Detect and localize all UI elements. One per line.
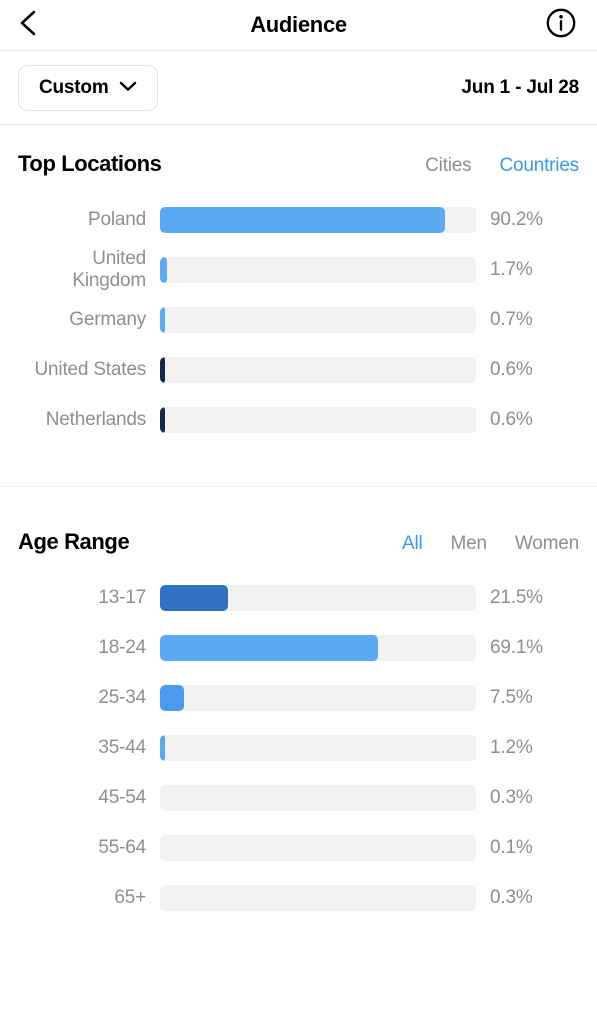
bar-row: 55-64 0.1% bbox=[18, 823, 579, 873]
bar-fill bbox=[160, 307, 166, 333]
bar-value: 0.6% bbox=[490, 359, 533, 380]
bar-row: 65+ 0.3% bbox=[18, 873, 579, 923]
bar-label: 13-17 bbox=[98, 587, 146, 609]
bar-label: 65+ bbox=[114, 887, 146, 909]
section-spacer bbox=[0, 487, 597, 503]
bar-label: United States bbox=[34, 359, 147, 381]
bar-track bbox=[160, 685, 476, 711]
age-range-bar-list: 13-17 21.5% 18-24 69.1% 25-34 7.5% 35-44 1.2% 45… bbox=[18, 561, 579, 923]
bar-row: 13-17 21.5% bbox=[18, 573, 579, 623]
bar-value: 0.7% bbox=[490, 309, 533, 330]
bar-value: 0.1% bbox=[490, 837, 533, 858]
bar-label: Netherlands bbox=[45, 409, 146, 431]
bar-track bbox=[160, 785, 476, 811]
bar-track bbox=[160, 257, 476, 283]
bar-label: United Kingdom bbox=[72, 248, 146, 291]
bar-value: 1.2% bbox=[490, 737, 533, 758]
bar-value: 1.7% bbox=[490, 259, 533, 280]
bar-track bbox=[160, 635, 476, 661]
tab-men[interactable]: Men bbox=[451, 533, 488, 555]
age-tab-group: All Men Women bbox=[402, 533, 579, 555]
bar-fill bbox=[160, 735, 166, 761]
bar-row: United Kingdom 1.7% bbox=[18, 245, 579, 295]
bar-track bbox=[160, 207, 476, 233]
bar-row: 18-24 69.1% bbox=[18, 623, 579, 673]
bar-value: 90.2% bbox=[490, 209, 543, 230]
audience-screen: Audience Custom Jun 1 - Jul 28 Top Locat… bbox=[0, 0, 597, 1024]
bar-value: 0.3% bbox=[490, 887, 533, 908]
section-divider bbox=[0, 445, 597, 487]
bar-track bbox=[160, 357, 476, 383]
date-preset-dropdown[interactable]: Custom bbox=[18, 64, 158, 111]
bar-label: 25-34 bbox=[98, 687, 146, 709]
bar-label: Germany bbox=[69, 309, 146, 331]
bar-row: Poland 90.2% bbox=[18, 195, 579, 245]
date-preset-label: Custom bbox=[39, 76, 109, 98]
age-range-title: Age Range bbox=[18, 529, 130, 554]
bar-value: 21.5% bbox=[490, 587, 543, 608]
top-locations-section: Top Locations Cities Countries Poland 90.… bbox=[0, 125, 597, 445]
date-range-label: Jun 1 - Jul 28 bbox=[461, 76, 579, 98]
age-range-header: Age Range All Men Women bbox=[18, 503, 579, 561]
bar-label: 18-24 bbox=[98, 637, 146, 659]
tab-women[interactable]: Women bbox=[515, 533, 579, 555]
bar-row: 35-44 1.2% bbox=[18, 723, 579, 773]
top-locations-header: Top Locations Cities Countries bbox=[18, 125, 579, 183]
navbar: Audience bbox=[0, 0, 597, 51]
bar-fill bbox=[160, 407, 166, 433]
bar-row: 25-34 7.5% bbox=[18, 673, 579, 723]
age-range-section: Age Range All Men Women 13-17 21.5% 18-24 6… bbox=[0, 503, 597, 923]
bar-fill bbox=[160, 635, 379, 661]
bar-track bbox=[160, 307, 476, 333]
bar-row: United States 0.6% bbox=[18, 345, 579, 395]
tab-cities[interactable]: Cities bbox=[425, 155, 472, 177]
bar-track bbox=[160, 407, 476, 433]
bar-value: 69.1% bbox=[490, 637, 543, 658]
bar-track bbox=[160, 585, 476, 611]
bar-label: 35-44 bbox=[98, 737, 146, 759]
bar-track bbox=[160, 735, 476, 761]
page-title: Audience bbox=[250, 12, 347, 37]
info-circle-icon bbox=[545, 7, 577, 44]
bar-label: Poland bbox=[88, 209, 146, 231]
top-locations-bar-list: Poland 90.2% United Kingdom 1.7% Germany 0.7% U… bbox=[18, 183, 579, 445]
bar-fill bbox=[160, 207, 446, 233]
bar-row: Germany 0.7% bbox=[18, 295, 579, 345]
info-button[interactable] bbox=[543, 7, 579, 43]
bar-fill bbox=[160, 685, 184, 711]
bar-fill bbox=[160, 257, 167, 283]
bar-row: Netherlands 0.6% bbox=[18, 395, 579, 445]
bar-value: 7.5% bbox=[490, 687, 533, 708]
bar-row: 45-54 0.3% bbox=[18, 773, 579, 823]
chevron-down-icon bbox=[119, 79, 137, 97]
bar-label: 55-64 bbox=[98, 837, 146, 859]
tab-countries[interactable]: Countries bbox=[499, 155, 579, 177]
date-filter-bar: Custom Jun 1 - Jul 28 bbox=[0, 51, 597, 125]
bar-value: 0.6% bbox=[490, 409, 533, 430]
locations-tab-group: Cities Countries bbox=[425, 155, 579, 177]
bar-track bbox=[160, 835, 476, 861]
bar-label: 45-54 bbox=[98, 787, 146, 809]
chevron-left-icon bbox=[15, 8, 39, 43]
bar-fill bbox=[160, 585, 228, 611]
bar-value: 0.3% bbox=[490, 787, 533, 808]
back-button[interactable] bbox=[15, 4, 57, 46]
top-locations-title: Top Locations bbox=[18, 151, 162, 176]
bar-fill bbox=[160, 357, 166, 383]
tab-all[interactable]: All bbox=[402, 533, 423, 555]
bar-track bbox=[160, 885, 476, 911]
